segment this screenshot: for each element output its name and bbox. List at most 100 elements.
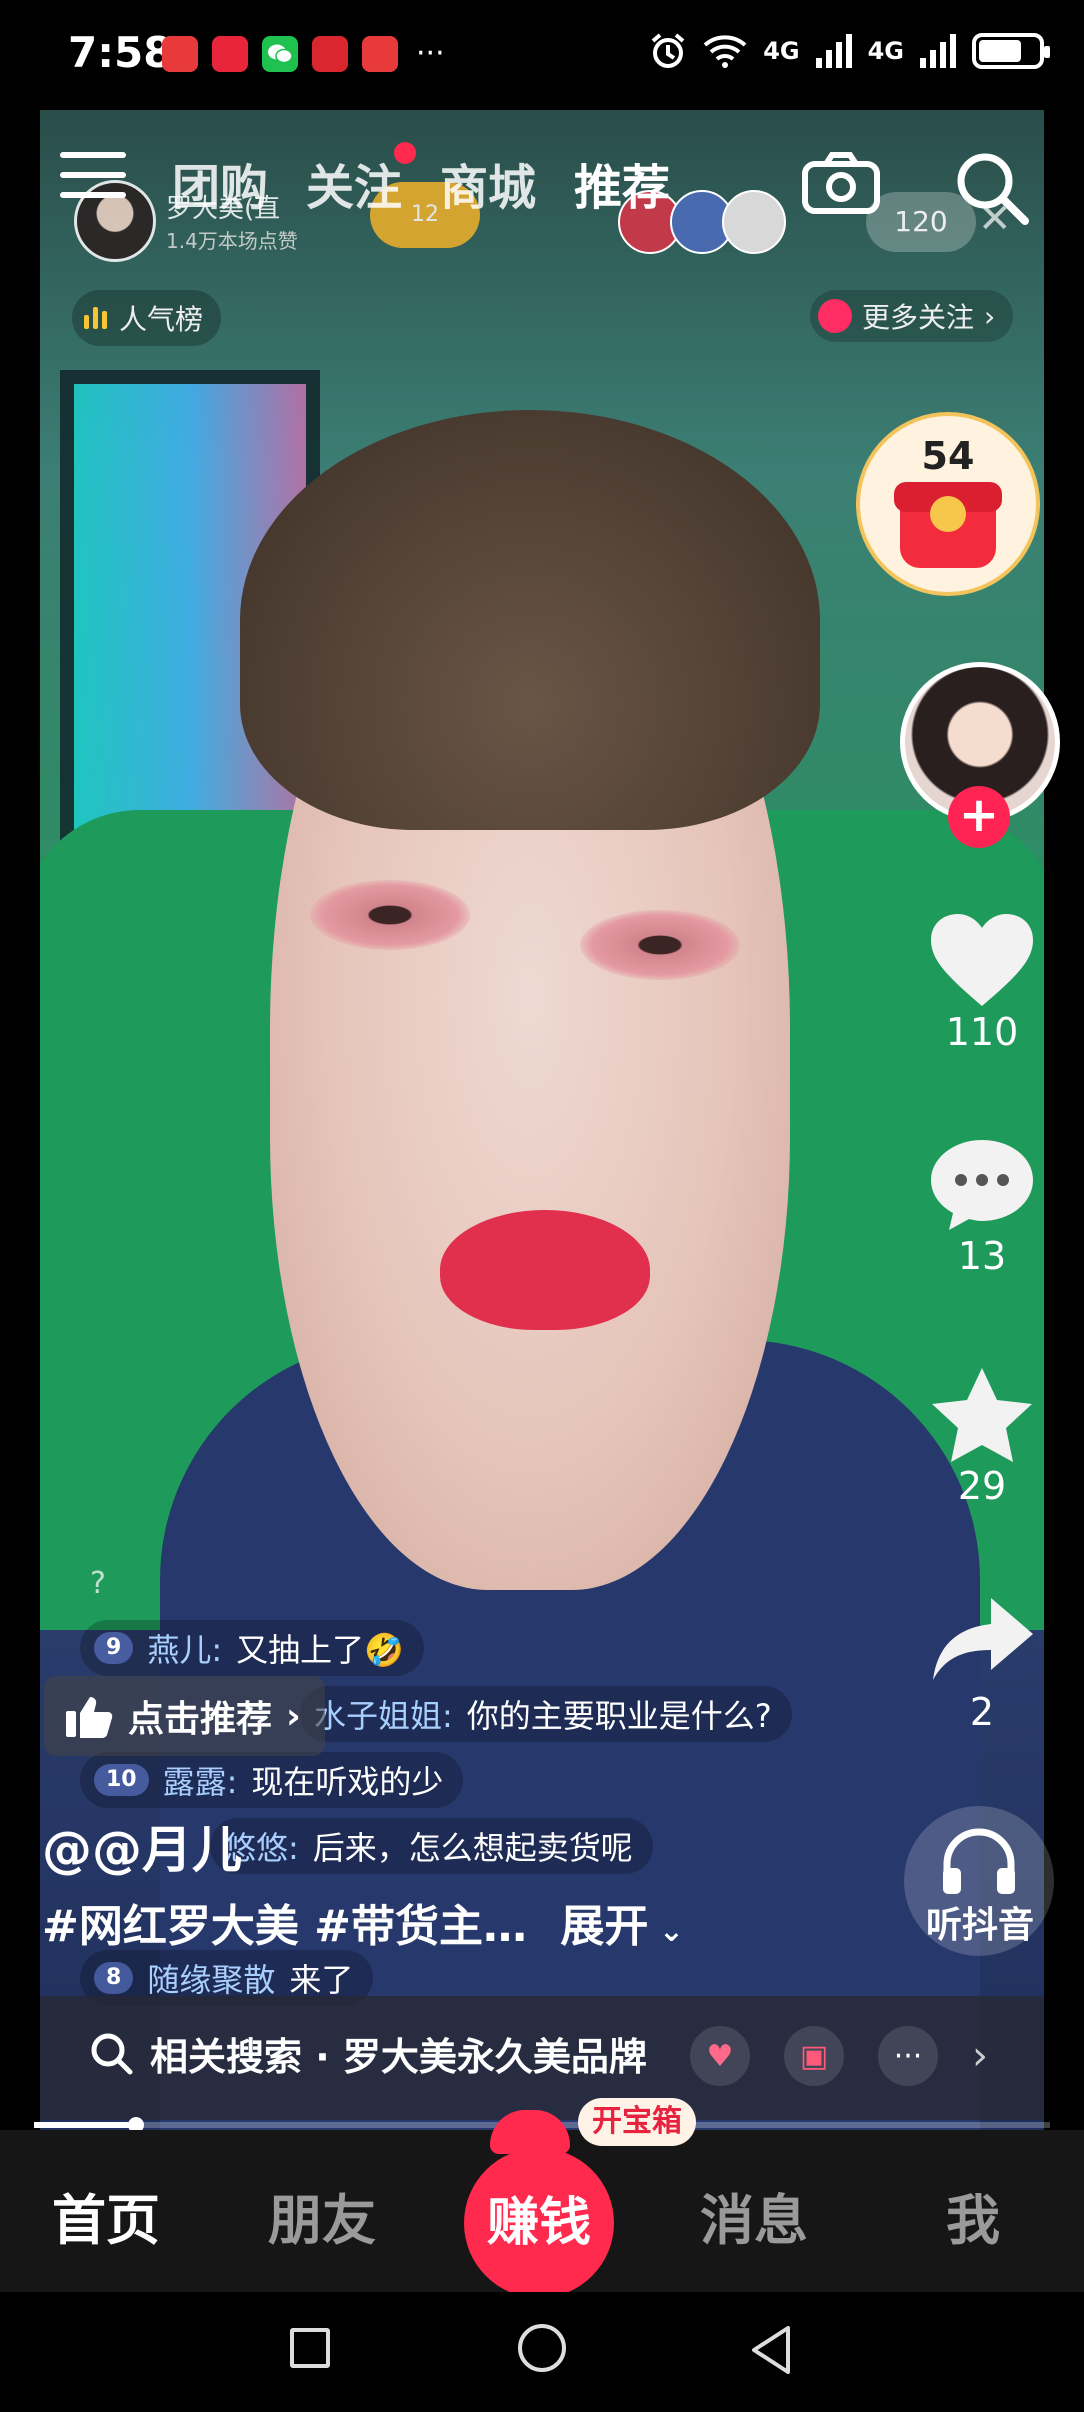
tab-following[interactable]: 关注 [306,142,417,218]
comment-text: 现在听戏的少 [251,1763,444,1801]
popularity-rank-badge[interactable]: 人气榜 [72,290,222,346]
camera-icon[interactable] [802,152,880,214]
headphones-icon [943,1828,1015,1894]
share-arrow-icon [933,1598,1033,1680]
star-icon [932,1368,1032,1462]
live-actions: ♥ ▣ ··· › [690,2026,988,2086]
tab-following-label: 关注 [306,160,403,216]
expand-label: 展开 [560,1901,649,1952]
live-comment: 悠悠: 后来，怎么想起卖货呢 [210,1818,653,1874]
recent-apps-button[interactable] [290,2328,330,2368]
favorite-count: 29 [957,1464,1007,1508]
comment-text: 又抽上了🤣 [236,1631,404,1669]
more-icon[interactable]: ··· [878,2026,938,2086]
tab-mall[interactable]: 商城 [440,148,536,218]
status-right: 4G 4G [649,32,1050,70]
related-search-text: 相关搜索 · 罗大美永久美品牌 [150,2035,647,2079]
heart-gift-icon[interactable]: ♥ [690,2026,750,2086]
chevron-right-icon[interactable]: › [972,2033,988,2079]
comment-fragment: ? [90,1566,106,1601]
more-follow-label: 更多关注 [862,301,975,334]
comment-user[interactable]: 露露: [163,1757,238,1803]
heart-icon [931,914,1033,1006]
listen-label[interactable]: 听抖音 [900,1896,1060,1948]
hair [240,410,820,830]
nav-tabs: 团购 关注 商城 推荐 [172,142,670,218]
left-eye [310,880,470,950]
back-button[interactable] [748,2324,794,2376]
live-comment: 水子姐姐: 你的主要职业是什么? [300,1686,792,1742]
hashtags[interactable]: #网红罗大美 #带货主… [42,1901,527,1952]
network-label-1: 4G [763,37,800,65]
recommend-button[interactable]: 点击推荐 › [44,1676,325,1756]
network-label-2: 4G [867,37,904,65]
more-notifications-icon: ··· [416,36,445,71]
comment-user[interactable]: 随缘聚散 [147,1955,275,2001]
signal-icon-2 [920,34,956,68]
status-time: 7:58 [68,28,173,77]
notification-dot [394,142,417,164]
comment-user[interactable]: 燕儿: [147,1625,222,1671]
tab-recommend[interactable]: 推荐 [574,148,670,218]
comment-button[interactable]: 13 [912,1134,1052,1278]
chevron-down-icon: ⌄ [648,1914,684,1949]
level-badge: 10 [94,1764,149,1796]
share-button[interactable]: 2 [912,1590,1052,1734]
wifi-icon [703,35,747,68]
earn-button[interactable]: 赚钱 [464,2148,614,2298]
tab-messages[interactable]: 消息 [700,2176,808,2255]
treasure-chest-badge[interactable]: 开宝箱 [578,2098,696,2146]
search-icon[interactable] [952,148,1032,228]
like-button[interactable]: 110 [912,910,1052,1054]
expand-button[interactable]: 展开 ⌄ [560,1901,684,1952]
level-badge: 8 [94,1962,134,1994]
redpacket-widget[interactable]: 54 [856,412,1040,596]
huawei-app-icon [162,36,198,72]
share-count: 2 [969,1690,995,1734]
comment-user[interactable]: 水子姐姐: [314,1691,453,1737]
shopping-app-icon [212,36,248,72]
home-button[interactable] [518,2324,566,2372]
follow-plus-button[interactable]: + [948,786,1010,848]
wechat-icon [262,36,298,72]
recommend-label: 点击推荐 [128,1699,273,1740]
gift-icon[interactable]: ▣ [784,2026,844,2086]
store-app-icon [362,36,398,72]
rank-label: 人气榜 [119,303,204,336]
favorite-button[interactable]: 29 [912,1364,1052,1508]
progress-fill [34,2122,136,2128]
lips [440,1210,650,1330]
top-navigation: 团购 关注 商城 推荐 [40,140,1044,230]
tab-me[interactable]: 我 [946,2176,1000,2255]
comment-icon [931,1140,1033,1230]
tab-friends[interactable]: 朋友 [268,2176,376,2255]
rank-bars-icon [84,307,107,329]
right-eye [580,910,740,980]
tab-home[interactable]: 首页 [52,2176,160,2255]
thumbs-up-icon [66,1697,113,1738]
redpacket-icon [894,482,1002,568]
festival-app-icon [312,36,348,72]
battery-icon [972,33,1050,69]
tab-group-buy[interactable]: 团购 [172,148,268,218]
redpacket-count: 54 [921,434,975,478]
alarm-icon [651,33,685,68]
notification-icons: ··· [162,36,445,72]
signal-icon [815,34,852,68]
related-search[interactable]: 相关搜索 · 罗大美永久美品牌 [90,2026,647,2081]
like-count: 110 [945,1010,1019,1054]
chevron-right-icon: › [984,299,996,333]
menu-icon[interactable] [60,152,126,204]
comment-count: 13 [957,1234,1007,1278]
search-icon [91,2033,133,2074]
related-search-bar[interactable]: 相关搜索 · 罗大美永久美品牌 ♥ ▣ ··· › [40,1996,1044,2120]
live-comment: 9 燕儿: 又抽上了🤣 [80,1620,424,1676]
system-navigation [0,2292,1084,2412]
video-caption: #网红罗大美 #带货主… 展开 ⌄ [42,1890,684,1954]
comment-text: 后来，怎么想起卖货呢 [312,1829,633,1867]
level-badge: 9 [94,1632,134,1664]
comment-text: 来了 [289,1961,354,1999]
status-bar: 7:58 ··· 4G 4G [0,0,1084,110]
more-follow-button[interactable]: 更多关注 › [810,290,1014,342]
video-author[interactable]: @@月儿 [42,1810,242,1882]
